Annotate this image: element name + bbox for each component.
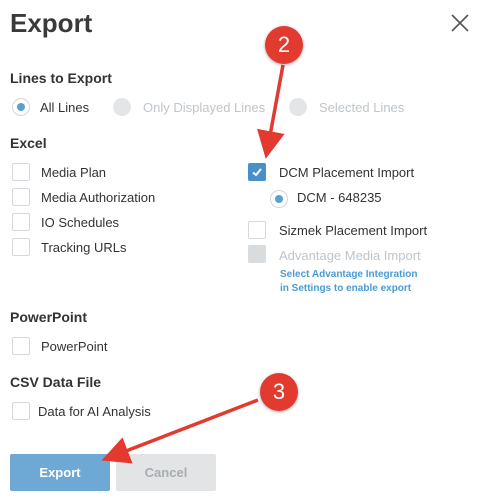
arrow-3 (101, 398, 259, 464)
annotation-arrows (101, 64, 285, 464)
annotation-badge-3: 3 (260, 373, 298, 411)
arrow-2 (257, 64, 285, 159)
annotation-badge-2: 2 (265, 26, 303, 64)
